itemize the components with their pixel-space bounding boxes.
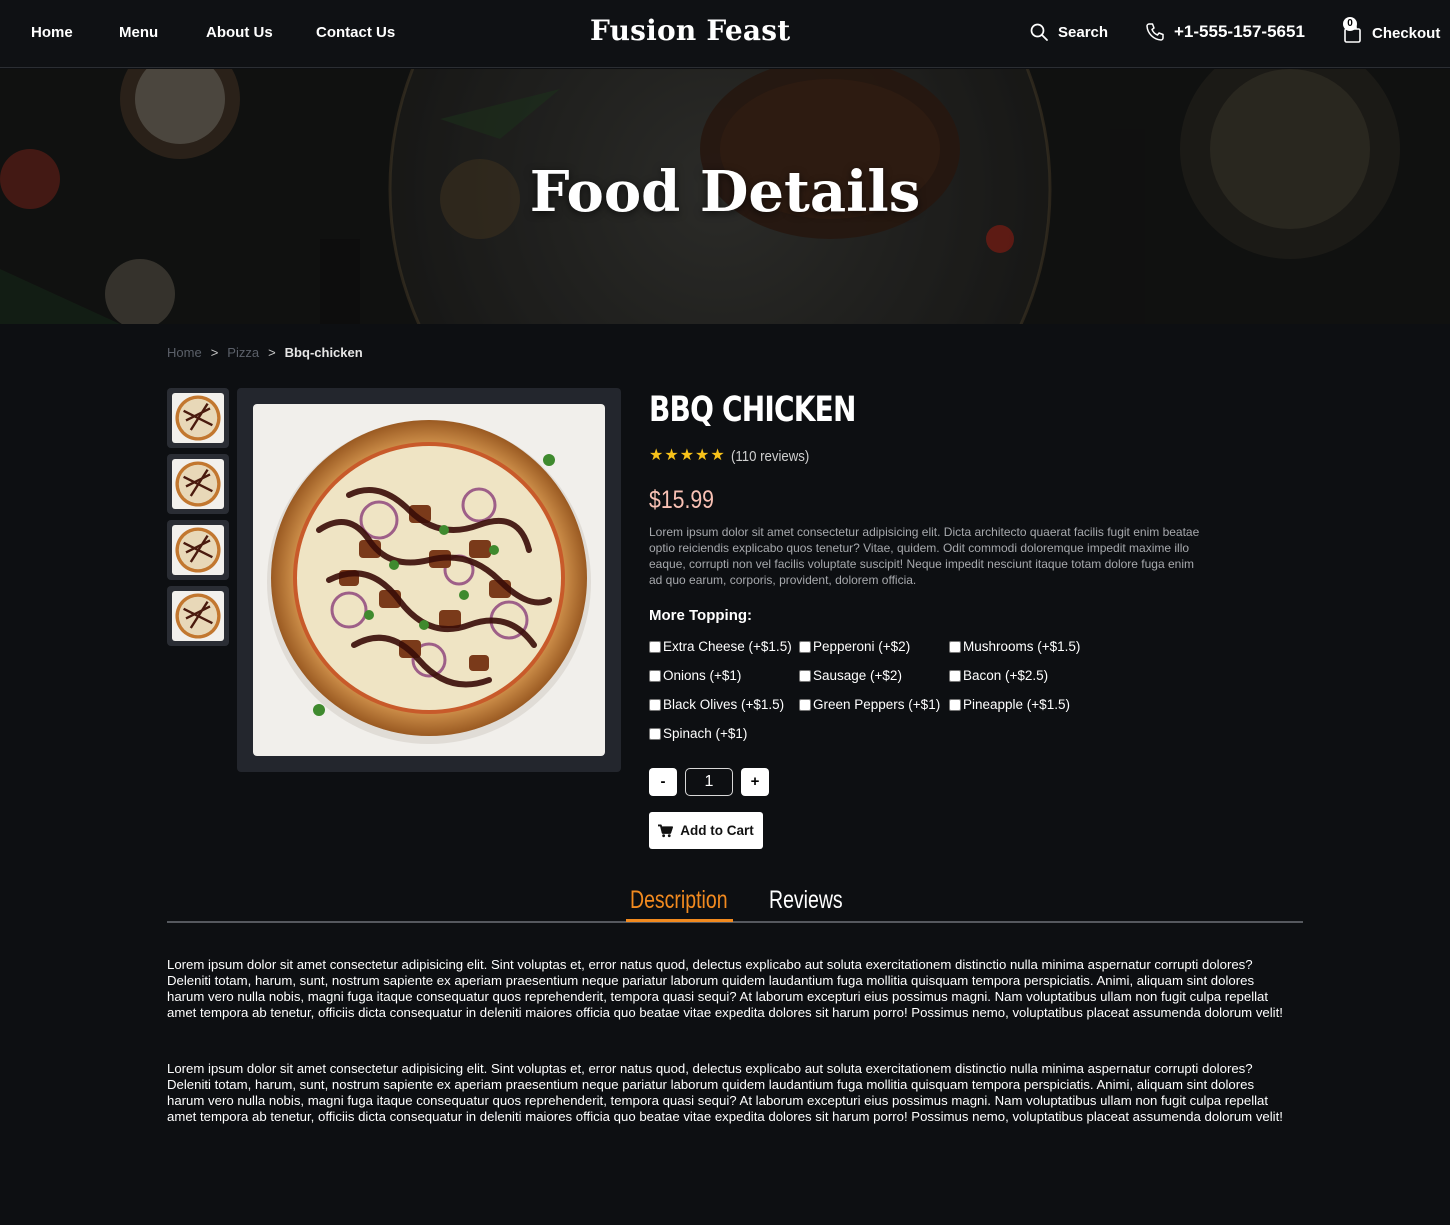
pizza-thumbnail-image: [172, 591, 224, 641]
breadcrumb-category[interactable]: Pizza: [227, 345, 259, 360]
breadcrumb-separator: >: [210, 345, 219, 360]
nav-link-home[interactable]: Home: [31, 24, 73, 41]
product-rating: ★ ★ ★ ★ ★ (110 reviews): [649, 447, 820, 465]
hero-banner: Food Details: [0, 69, 1450, 324]
topping-bacon[interactable]: Bacon (+$2.5): [949, 668, 1048, 683]
product-title: BBQ CHICKEN: [649, 390, 856, 430]
pizza-thumbnail-image: [172, 459, 224, 509]
nav-link-contact-us[interactable]: Contact Us: [316, 24, 395, 41]
topping-label: Spinach (+$1): [663, 726, 748, 741]
phone-number: +1-555-157-5651: [1174, 22, 1305, 41]
checkbox[interactable]: [949, 669, 961, 682]
bbq-chicken-pizza-image: [267, 420, 591, 744]
star-icon: ★: [710, 447, 725, 464]
add-to-cart-label: Add to Cart: [680, 823, 754, 838]
topping-label: Onions (+$1): [663, 668, 742, 683]
hero-title: Food Details: [529, 159, 921, 225]
topping-label: Extra Cheese (+$1.5): [663, 639, 792, 654]
brand-logo[interactable]: Fusion Feast: [590, 14, 790, 47]
search-label: Search: [1058, 23, 1109, 41]
checkbox[interactable]: [649, 669, 661, 682]
nav-link-menu[interactable]: Menu: [119, 24, 158, 41]
main-product-image: [253, 404, 605, 756]
active-tab-indicator: [626, 919, 733, 922]
topping-label: Sausage (+$2): [813, 668, 902, 683]
checkbox[interactable]: [949, 640, 961, 653]
topping-black-olives[interactable]: Black Olives (+$1.5): [649, 697, 784, 712]
topping-pepperoni[interactable]: Pepperoni (+$2): [799, 639, 910, 654]
breadcrumb-home[interactable]: Home: [167, 345, 202, 360]
reviews-count[interactable]: (110 reviews): [731, 448, 809, 465]
topping-label: Pepperoni (+$2): [813, 639, 911, 654]
add-to-cart-button[interactable]: Add to Cart: [649, 812, 763, 849]
checkbox[interactable]: [799, 698, 811, 711]
cart-count-badge: 0: [1343, 17, 1357, 31]
quantity-decrease-button[interactable]: -: [649, 768, 677, 796]
topping-label: Green Peppers (+$1): [813, 697, 941, 712]
checkout-label: Checkout: [1372, 24, 1441, 42]
pizza-icon: [175, 527, 221, 573]
phone-icon: [1146, 23, 1164, 41]
pizza-icon: [175, 593, 221, 639]
star-icon: ★: [679, 447, 695, 464]
star-icon: ★: [664, 447, 679, 464]
gallery-thumbnail-1[interactable]: [167, 388, 229, 448]
topping-green-peppers[interactable]: Green Peppers (+$1): [799, 697, 940, 712]
main-product-image-frame: [237, 388, 621, 772]
topping-onions[interactable]: Onions (+$1): [649, 668, 741, 683]
topping-extra-cheese[interactable]: Extra Cheese (+$1.5): [649, 639, 792, 654]
search-button[interactable]: Search: [1029, 22, 1108, 42]
product-short-description: Lorem ipsum dolor sit amet consectetur a…: [649, 525, 1200, 587]
topping-sausage[interactable]: Sausage (+$2): [799, 668, 902, 683]
description-paragraph: Lorem ipsum dolor sit amet consectetur a…: [167, 957, 1283, 1020]
checkbox[interactable]: [649, 698, 661, 711]
gallery-thumbnail-4[interactable]: [167, 586, 229, 646]
checkbox[interactable]: [949, 698, 961, 711]
phone-link[interactable]: +1-555-157-5651: [1145, 22, 1305, 42]
checkbox[interactable]: [799, 640, 811, 653]
pizza-icon: [175, 461, 221, 507]
topping-mushrooms[interactable]: Mushrooms (+$1.5): [949, 639, 1080, 654]
breadcrumb-current: Bbq-chicken: [284, 345, 363, 360]
pizza-icon: [175, 395, 221, 441]
top-navigation: Home Menu About Us Contact Us Fusion Fea…: [0, 0, 1450, 68]
tab-reviews[interactable]: Reviews: [769, 886, 843, 915]
breadcrumb: Home > Pizza > Bbq-chicken: [167, 345, 363, 360]
gallery-thumbnail-2[interactable]: [167, 454, 229, 514]
gallery-thumbnail-3[interactable]: [167, 520, 229, 580]
pizza-thumbnail-image: [172, 393, 224, 443]
product-price: $15.99: [649, 486, 714, 514]
search-icon: [1030, 23, 1048, 41]
tab-description[interactable]: Description: [630, 886, 728, 915]
tabs-divider: [167, 921, 1303, 923]
breadcrumb-separator: >: [268, 345, 276, 360]
topping-label: Mushrooms (+$1.5): [963, 639, 1081, 654]
topping-label: Black Olives (+$1.5): [663, 697, 785, 712]
checkbox[interactable]: [649, 640, 661, 653]
toppings-heading: More Topping:: [649, 607, 753, 624]
nav-link-about-us[interactable]: About Us: [206, 24, 273, 41]
shopping-bag: 0: [1343, 17, 1363, 44]
topping-label: Bacon (+$2.5): [963, 668, 1049, 683]
cart-icon: [658, 823, 674, 837]
description-paragraph: Lorem ipsum dolor sit amet consectetur a…: [167, 1061, 1283, 1124]
star-icon: ★: [695, 447, 710, 464]
quantity-input[interactable]: 1: [685, 768, 733, 796]
star-icon: ★: [649, 447, 664, 464]
topping-spinach[interactable]: Spinach (+$1): [649, 726, 747, 741]
topping-pineapple[interactable]: Pineapple (+$1.5): [949, 697, 1070, 712]
checkbox[interactable]: [649, 727, 661, 740]
quantity-increase-button[interactable]: +: [741, 768, 769, 796]
pizza-thumbnail-image: [172, 525, 224, 575]
topping-label: Pineapple (+$1.5): [963, 697, 1070, 712]
checkout-button[interactable]: 0 Checkout: [1343, 17, 1441, 44]
checkbox[interactable]: [799, 669, 811, 682]
